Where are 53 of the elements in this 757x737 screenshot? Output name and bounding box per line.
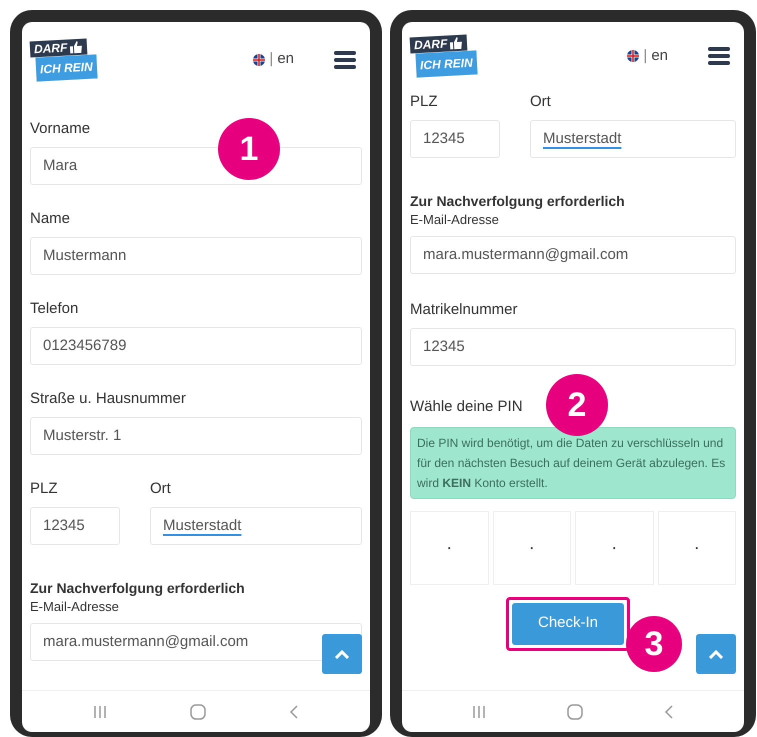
back-icon[interactable] [664,704,674,718]
field-label: Ort [530,92,552,112]
input-field[interactable]: 12345 [410,328,736,366]
field-label: Ort [150,479,172,499]
home-icon[interactable] [190,704,206,720]
input-field[interactable]: Mustermann [30,237,362,275]
language-selector[interactable]: en [277,48,294,71]
step-number: 3 [626,616,682,672]
field-label: Matrikelnummer [410,300,519,320]
pin-input[interactable]: · [658,510,736,584]
menu-icon[interactable] [708,47,730,65]
section-heading: Zur Nachverfolgung erforderlich [30,579,246,597]
flag-icon [627,50,640,62]
recent-apps-icon[interactable] [93,704,108,718]
section-heading: Zur Nachverfolgung erforderlich [410,192,626,210]
chevron-up-icon [335,650,349,658]
field-label: PLZ [410,92,439,112]
input-field[interactable]: Musterstr. 1 [30,417,362,455]
field-label: PLZ [30,479,59,499]
input-field[interactable]: 0123456789 [30,327,362,365]
field-label: Telefon [30,299,80,319]
input-field[interactable]: mara.mustermann@gmail.com [410,236,736,274]
logo: DARF ICH REIN [410,36,477,76]
pin-input[interactable]: · [492,510,571,584]
pin-input[interactable]: · [575,510,654,584]
home-icon[interactable] [566,704,583,720]
language-divider: | [643,46,648,66]
field-label: E-Mail-Adresse [410,211,500,229]
thumbs-up-icon [448,36,464,50]
step-number: 1 [218,118,280,180]
pin-input[interactable]: · [410,510,488,584]
input-field[interactable]: Musterstadt [150,507,362,545]
step-number: 2 [546,374,608,436]
field-label: Vorname [30,119,92,139]
scroll-top-button[interactable] [322,634,362,674]
input-field[interactable]: 12345 [410,120,500,158]
flag-icon [253,54,266,66]
logo: DARF ICH REIN [30,40,97,80]
language-divider: | [269,49,274,70]
chevron-up-icon [709,650,723,658]
recent-apps-icon[interactable] [472,704,486,718]
pin-label: Wähle deine PIN [410,397,523,417]
input-field[interactable]: Musterstadt [530,120,736,158]
language-selector[interactable]: en [651,44,668,68]
scroll-top-button[interactable] [696,634,736,674]
input-field[interactable]: 12345 [30,507,120,545]
field-label: Name [30,209,72,229]
thumbs-up-icon [68,39,84,54]
info-message: Die PIN wird benötigt, um die Daten zu verschlüsseln und für den nächsten Besuch auf deinem Gerät abzulegen. Es wird KEIN Konto erstellt. [410,426,736,498]
menu-icon[interactable] [334,50,356,68]
field-label: Straße u. Hausnummer [30,389,187,409]
field-label: E-Mail-Adresse [30,598,120,616]
back-icon[interactable] [288,704,299,718]
